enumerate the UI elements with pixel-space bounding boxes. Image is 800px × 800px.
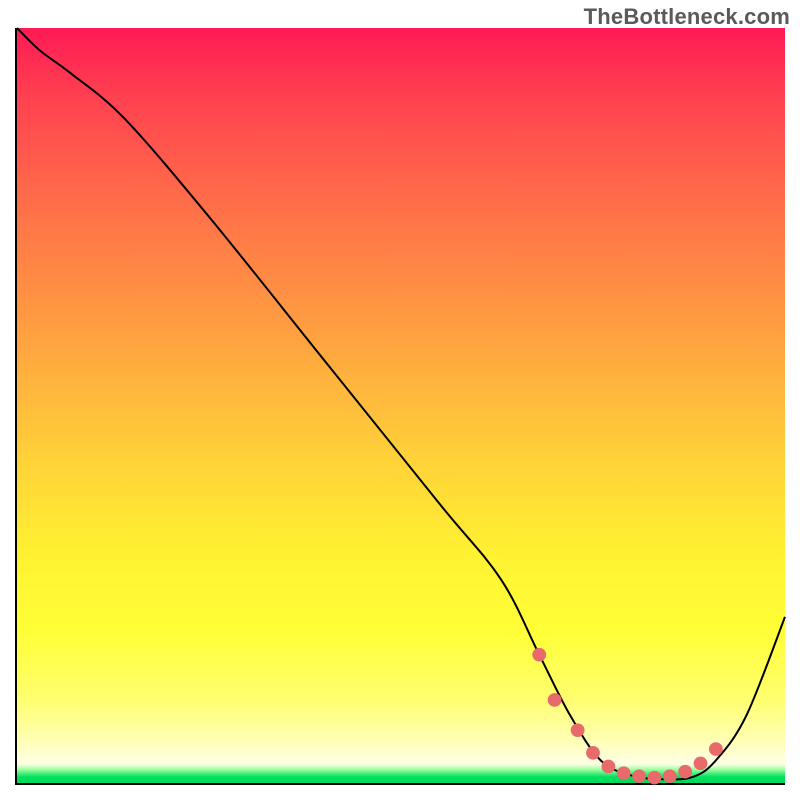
chart-svg	[17, 28, 785, 783]
plot-area	[15, 28, 785, 785]
chart-canvas: TheBottleneck.com	[0, 0, 800, 800]
watermark-text: TheBottleneck.com	[584, 4, 790, 30]
curve-line	[17, 28, 785, 779]
marker-dots	[532, 648, 722, 785]
